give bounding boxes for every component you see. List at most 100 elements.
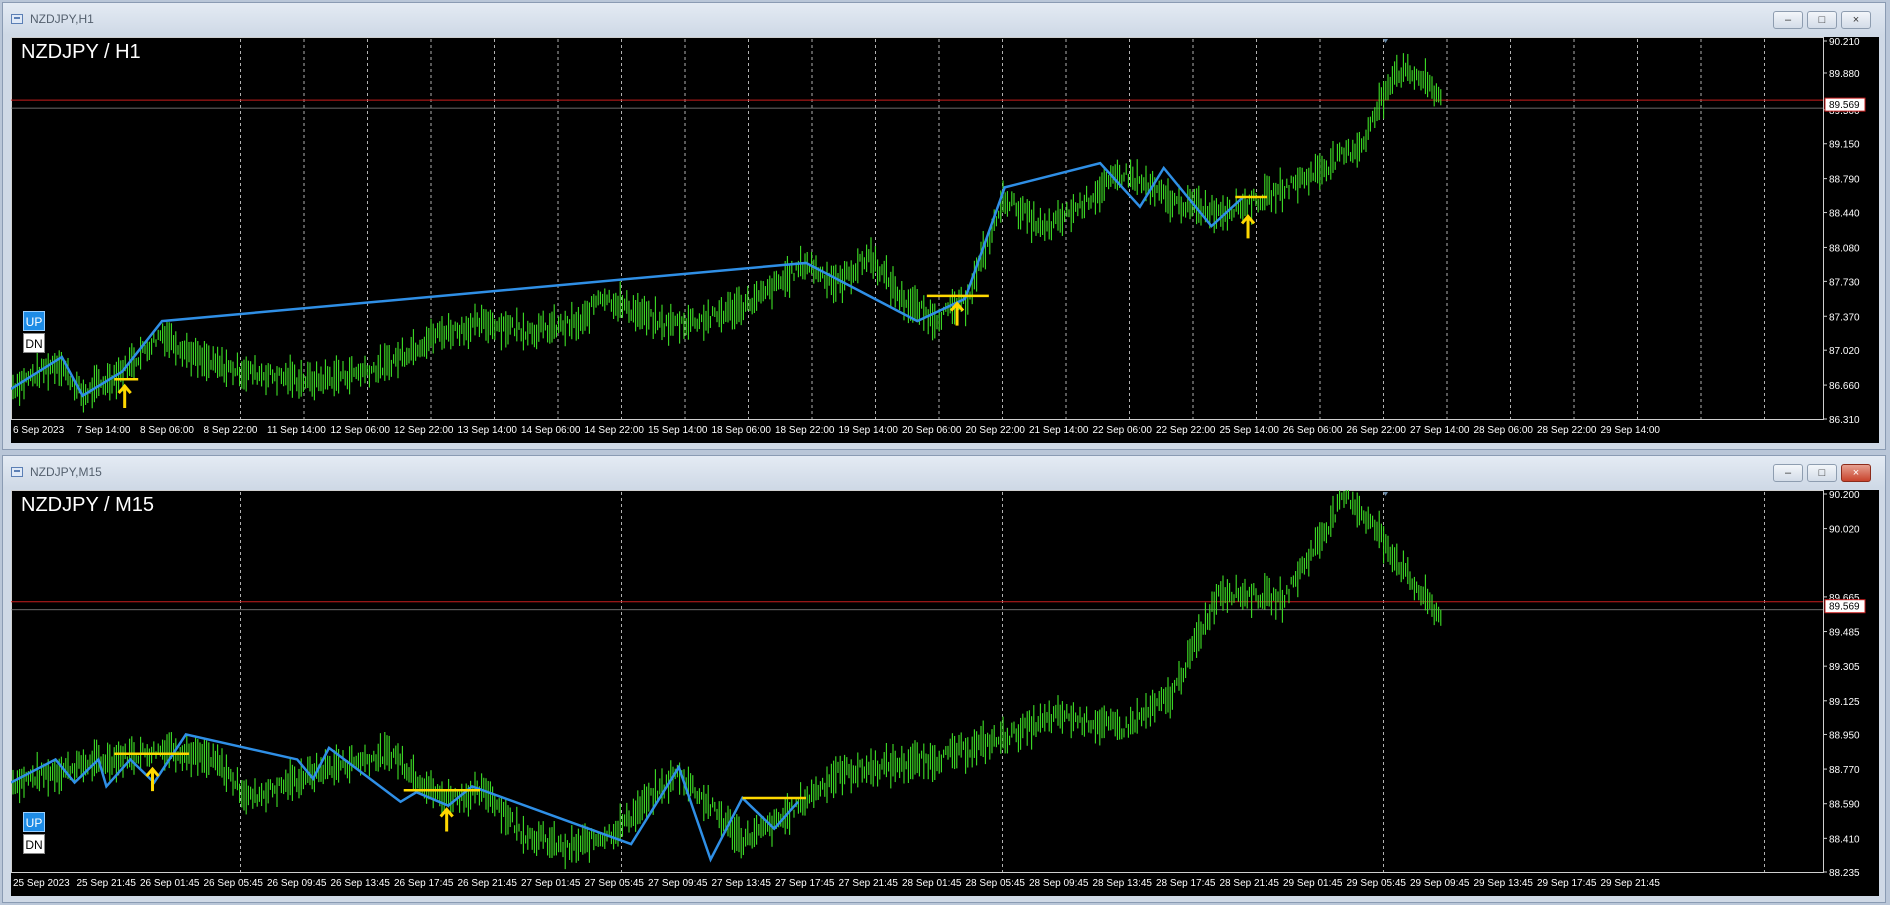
chart-window-icon: [11, 14, 23, 24]
price-tick-label: 87.020: [1829, 346, 1860, 357]
time-tick-label: 28 Sep 06:00: [1474, 425, 1534, 436]
time-tick-label: 26 Sep 13:45: [331, 878, 391, 889]
price-tick-label: 90.200: [1829, 490, 1860, 501]
time-tick-label: 29 Sep 01:45: [1283, 878, 1343, 889]
time-tick-label: 29 Sep 05:45: [1347, 878, 1407, 889]
price-tick-label: 89.305: [1829, 662, 1860, 673]
time-tick-label: 28 Sep 05:45: [966, 878, 1026, 889]
time-tick-label: 27 Sep 01:45: [521, 878, 581, 889]
time-tick-label: 12 Sep 22:00: [394, 425, 454, 436]
time-tick-label: 18 Sep 22:00: [775, 425, 835, 436]
minimize-button[interactable]: –: [1773, 11, 1803, 29]
time-tick-label: 29 Sep 09:45: [1410, 878, 1470, 889]
time-tick-label: 26 Sep 09:45: [267, 878, 327, 889]
time-tick-label: 7 Sep 14:00: [77, 425, 131, 436]
time-tick-label: 13 Sep 14:00: [458, 425, 518, 436]
price-tick-label: 88.950: [1829, 730, 1860, 741]
maximize-button[interactable]: □: [1807, 11, 1837, 29]
time-tick-label: 12 Sep 06:00: [331, 425, 391, 436]
chart-window-icon: [11, 467, 23, 477]
up-arrow-icon: [117, 383, 132, 409]
price-tick-label: 89.125: [1829, 697, 1860, 708]
chart-canvas[interactable]: 25 Sep 2023 25 Sep 21:45 26 Sep 01:45 26 Se…: [11, 490, 1879, 896]
time-tick-label: 22 Sep 06:00: [1093, 425, 1153, 436]
time-tick-label: 8 Sep 06:00: [140, 425, 194, 436]
time-tick-label: 27 Sep 05:45: [585, 878, 645, 889]
price-tick-label: 87.370: [1829, 312, 1860, 323]
time-tick-label: 26 Sep 21:45: [458, 878, 518, 889]
time-tick-label: 26 Sep 05:45: [204, 878, 264, 889]
time-tick-label: 21 Sep 14:00: [1029, 425, 1089, 436]
price-tick-label: 90.210: [1829, 37, 1860, 48]
chart-window-h1: NZDJPY,H1 – □ × 6 Sep 2023 7 Sep 14:00 8 S…: [2, 2, 1886, 450]
dn-badge[interactable]: DN: [23, 333, 45, 353]
up-arrow-icon: [1240, 214, 1256, 239]
price-tick-label: 88.440: [1829, 209, 1860, 220]
time-tick-label: 19 Sep 14:00: [839, 425, 899, 436]
time-tick-label: 14 Sep 22:00: [585, 425, 645, 436]
price-chart-m15[interactable]: 25 Sep 2023 25 Sep 21:45 26 Sep 01:45 26 Se…: [11, 490, 1879, 896]
time-tick-label: 27 Sep 21:45: [839, 878, 899, 889]
price-tick-label: 89.880: [1829, 69, 1860, 80]
price-tick-label: 88.235: [1829, 868, 1860, 879]
time-tick-label: 29 Sep 17:45: [1537, 878, 1597, 889]
symbol-label: NZDJPY / H1: [21, 41, 141, 63]
dn-badge[interactable]: DN: [23, 834, 45, 854]
maximize-button[interactable]: □: [1807, 464, 1837, 482]
price-tick-label: 87.730: [1829, 277, 1860, 288]
up-badge[interactable]: UP: [23, 812, 45, 832]
time-tick-label: 18 Sep 06:00: [712, 425, 772, 436]
price-tick-label: 88.410: [1829, 834, 1860, 845]
price-tick-label: 88.770: [1829, 765, 1860, 776]
time-tick-label: 29 Sep 14:00: [1601, 425, 1661, 436]
time-tick-label: 26 Sep 22:00: [1347, 425, 1407, 436]
time-tick-label: 25 Sep 2023: [13, 878, 70, 889]
time-tick-label: 26 Sep 06:00: [1283, 425, 1343, 436]
time-tick-label: 22 Sep 22:00: [1156, 425, 1216, 436]
candles: [12, 490, 1442, 870]
time-tick-label: 15 Sep 14:00: [648, 425, 708, 436]
price-tick-label: 89.485: [1829, 628, 1860, 639]
price-tick-label: 86.660: [1829, 381, 1860, 392]
current-price-label: 89.569: [1829, 602, 1860, 613]
close-button[interactable]: ×: [1841, 11, 1871, 29]
time-tick-label: 20 Sep 22:00: [966, 425, 1026, 436]
window-titlebar[interactable]: NZDJPY,M15 – □ ×: [3, 456, 1885, 488]
plot-border: [11, 490, 1824, 873]
time-tick-label: 28 Sep 21:45: [1220, 878, 1280, 889]
time-tick-label: 27 Sep 09:45: [648, 878, 708, 889]
window-titlebar[interactable]: NZDJPY,H1 – □ ×: [3, 3, 1885, 35]
time-tick-label: 26 Sep 17:45: [394, 878, 454, 889]
minimize-button[interactable]: –: [1773, 464, 1803, 482]
time-tick-label: 14 Sep 06:00: [521, 425, 581, 436]
current-price-label: 89.569: [1829, 100, 1860, 111]
price-tick-label: 89.150: [1829, 140, 1860, 151]
chart-canvas[interactable]: 6 Sep 2023 7 Sep 14:00 8 Sep 06:00 8 Sep 22…: [11, 37, 1879, 443]
close-button[interactable]: ×: [1841, 464, 1871, 482]
up-badge[interactable]: UP: [23, 311, 45, 331]
price-tick-label: 86.310: [1829, 415, 1860, 426]
time-tick-label: 25 Sep 21:45: [77, 878, 137, 889]
time-tick-label: 28 Sep 09:45: [1029, 878, 1089, 889]
time-tick-label: 27 Sep 14:00: [1410, 425, 1470, 436]
time-tick-label: 29 Sep 21:45: [1601, 878, 1661, 889]
window-title: NZDJPY,H1: [30, 12, 94, 26]
price-chart-h1[interactable]: 6 Sep 2023 7 Sep 14:00 8 Sep 06:00 8 Sep 22…: [11, 37, 1879, 443]
time-tick-label: 26 Sep 01:45: [140, 878, 200, 889]
price-tick-label: 90.020: [1829, 525, 1860, 536]
price-tick-label: 88.790: [1829, 175, 1860, 186]
time-tick-label: 28 Sep 01:45: [902, 878, 962, 889]
time-tick-label: 11 Sep 14:00: [267, 425, 326, 436]
time-tick-label: 27 Sep 13:45: [712, 878, 772, 889]
time-tick-label: 28 Sep 13:45: [1093, 878, 1153, 889]
symbol-label: NZDJPY / M15: [21, 494, 154, 516]
time-tick-label: 6 Sep 2023: [13, 425, 65, 436]
plot-border: [11, 37, 1824, 420]
time-tick-label: 28 Sep 22:00: [1537, 425, 1597, 436]
time-tick-label: 28 Sep 17:45: [1156, 878, 1216, 889]
time-tick-label: 29 Sep 13:45: [1474, 878, 1534, 889]
time-tick-label: 27 Sep 17:45: [775, 878, 835, 889]
price-tick-label: 88.590: [1829, 800, 1860, 811]
candles: [12, 53, 1442, 413]
price-tick-label: 88.080: [1829, 243, 1860, 254]
